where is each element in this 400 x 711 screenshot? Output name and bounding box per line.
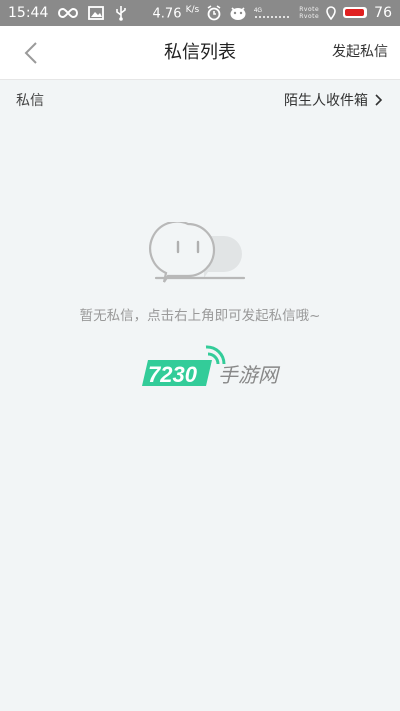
status-time: 15:44	[8, 5, 49, 21]
network-speed: 4.76 K/s	[153, 5, 200, 21]
section-header: 私信 陌生人收件箱	[0, 80, 400, 120]
nav-bar: 私信列表 发起私信	[0, 26, 400, 80]
chat-bubbles-icon	[149, 222, 246, 283]
stranger-inbox-label: 陌生人收件箱	[284, 93, 368, 109]
section-label: 私信	[16, 93, 44, 109]
battery-level: 76	[374, 4, 392, 21]
watermark-logo: 7230 手游网	[142, 345, 281, 387]
svg-text:4G: 4G	[254, 8, 262, 14]
screen: 15:44 4.76 K/s 4G Rvote Rvote 76 私信列表 发起…	[0, 0, 400, 711]
image-icon	[88, 6, 105, 20]
carrier-label-1: Rvote	[299, 5, 320, 13]
status-bar-right: 4.76 K/s 4G Rvote Rvote 76	[153, 5, 392, 21]
watermark-number: 7230	[148, 362, 198, 387]
status-bar: 15:44 4.76 K/s 4G Rvote Rvote 76	[0, 0, 400, 26]
chevron-right-icon	[375, 94, 383, 106]
new-message-button[interactable]: 发起私信	[332, 26, 388, 79]
app-notification-icon	[229, 5, 247, 21]
alarm-icon	[206, 5, 222, 21]
carrier-label-2: Rvote	[299, 12, 320, 20]
infinity-icon	[58, 7, 79, 19]
back-button[interactable]	[16, 38, 46, 68]
battery-icon	[343, 7, 368, 19]
status-bar-left: 15:44	[8, 5, 128, 21]
watermark-text: 手游网	[218, 363, 281, 387]
carrier-labels: Rvote Rvote	[299, 6, 319, 20]
empty-state-message: 暂无私信，点击右上角即可发起私信哦~	[79, 308, 321, 324]
speed-unit: K/s	[185, 4, 200, 15]
chevron-left-icon	[24, 42, 37, 64]
stranger-inbox-link[interactable]: 陌生人收件箱	[284, 90, 384, 110]
speed-value: 4.76	[152, 6, 182, 22]
signal-4g-icon: 4G	[254, 6, 292, 20]
location-icon	[326, 6, 336, 20]
usb-icon	[114, 5, 128, 21]
